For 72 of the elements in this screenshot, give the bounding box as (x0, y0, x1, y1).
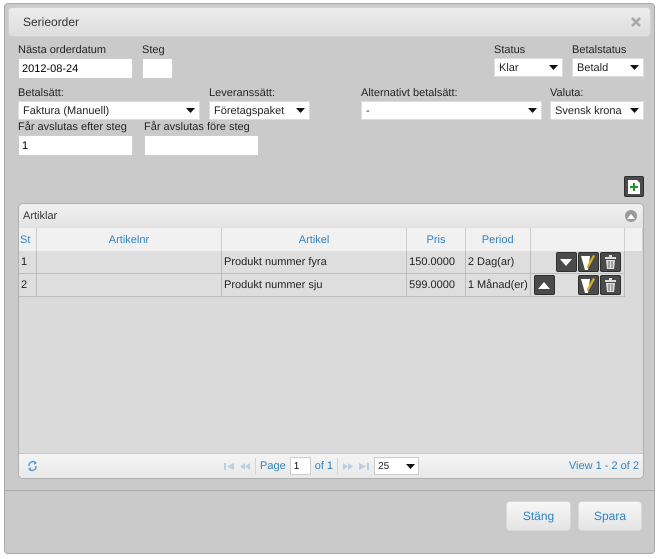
caret-down-icon (630, 108, 639, 113)
table-cell: 150.0000 (407, 251, 466, 274)
window-title: Serieorder (23, 15, 80, 29)
edit-button[interactable] (578, 252, 599, 272)
page-size-dropdown[interactable]: 25 (374, 457, 420, 475)
dropdown[interactable]: Klar (494, 58, 563, 77)
trash-icon (604, 278, 616, 292)
last-page-button[interactable] (358, 462, 370, 470)
page-label: Page (260, 460, 286, 472)
caret-down-icon (549, 65, 558, 70)
input-field[interactable] (144, 135, 259, 156)
pencil-note-icon (581, 254, 596, 270)
panel-title: Artiklar (23, 210, 58, 222)
edit-button[interactable] (578, 275, 599, 295)
table-cell: Produkt nummer sju (222, 274, 408, 297)
arrow-up-icon (538, 282, 550, 288)
dialog-button[interactable]: Spara (578, 501, 642, 531)
trash-icon (604, 255, 616, 269)
field-label: Status (494, 43, 526, 58)
caret-down-icon (630, 65, 639, 70)
field-label: Betalsätt: (18, 86, 65, 101)
field-label: Betalstatus (572, 43, 628, 58)
field-label: Får avslutas före steg (144, 120, 251, 135)
table-cell: 2 Dag(ar) (466, 251, 531, 274)
column-header[interactable]: St (19, 228, 37, 251)
close-button[interactable] (630, 16, 642, 28)
table-cell: 1 (19, 251, 37, 274)
dropdown[interactable]: Företagspaket (209, 101, 310, 120)
arrow-down-icon (560, 258, 572, 266)
field-label: Valuta: (550, 86, 584, 101)
column-header[interactable]: Artikel (222, 228, 408, 251)
field-label: Steg (142, 43, 166, 58)
dropdown[interactable]: Betald (572, 58, 644, 77)
field-label: Nästa orderdatum (18, 43, 108, 58)
table-cell: Produkt nummer fyra (222, 251, 408, 274)
record-count: View 1 - 2 of 2 (568, 460, 639, 472)
refresh-icon (27, 460, 38, 472)
collapse-button[interactable] (625, 210, 637, 222)
column-header[interactable]: Pris (407, 228, 466, 251)
field-label: Alternativt betalsätt: (361, 86, 459, 101)
table-cell: 1 Månad(er) (466, 274, 531, 297)
move-down-button[interactable] (556, 252, 577, 272)
delete-button[interactable] (600, 252, 621, 272)
page-input[interactable]: 1 (290, 457, 311, 475)
refresh-button[interactable] (27, 460, 38, 472)
caret-down-icon (406, 464, 416, 468)
first-page-button[interactable] (223, 462, 235, 470)
caret-up-icon (627, 214, 635, 218)
field-label: Får avslutas efter steg (18, 120, 128, 135)
dropdown[interactable]: Faktura (Manuell) (18, 101, 200, 120)
add-button[interactable] (624, 176, 644, 197)
column-header[interactable]: Period (466, 228, 531, 251)
move-up-button[interactable] (534, 275, 555, 295)
field-label: Leveranssätt: (209, 86, 276, 101)
caret-down-icon (296, 108, 305, 113)
column-header[interactable]: Artikelnr (36, 228, 222, 251)
caret-down-icon (528, 108, 537, 113)
caret-down-icon (186, 108, 195, 113)
table-cell: 2 (19, 274, 37, 297)
dropdown[interactable]: - (361, 101, 542, 120)
table-cell: 599.0000 (407, 274, 466, 297)
input-field[interactable] (142, 58, 173, 79)
input-field[interactable]: 2012-08-24 (18, 58, 133, 79)
delete-button[interactable] (600, 275, 621, 295)
next-page-button[interactable] (342, 462, 354, 470)
pencil-note-icon (581, 278, 596, 292)
page-count: of 1 (314, 460, 334, 472)
previous-page-button[interactable] (239, 462, 251, 470)
dropdown[interactable]: Svensk krona (550, 101, 644, 120)
dialog-button[interactable]: Stäng (506, 501, 571, 531)
input-field[interactable]: 1 (18, 135, 133, 156)
add-document-icon (628, 180, 640, 194)
